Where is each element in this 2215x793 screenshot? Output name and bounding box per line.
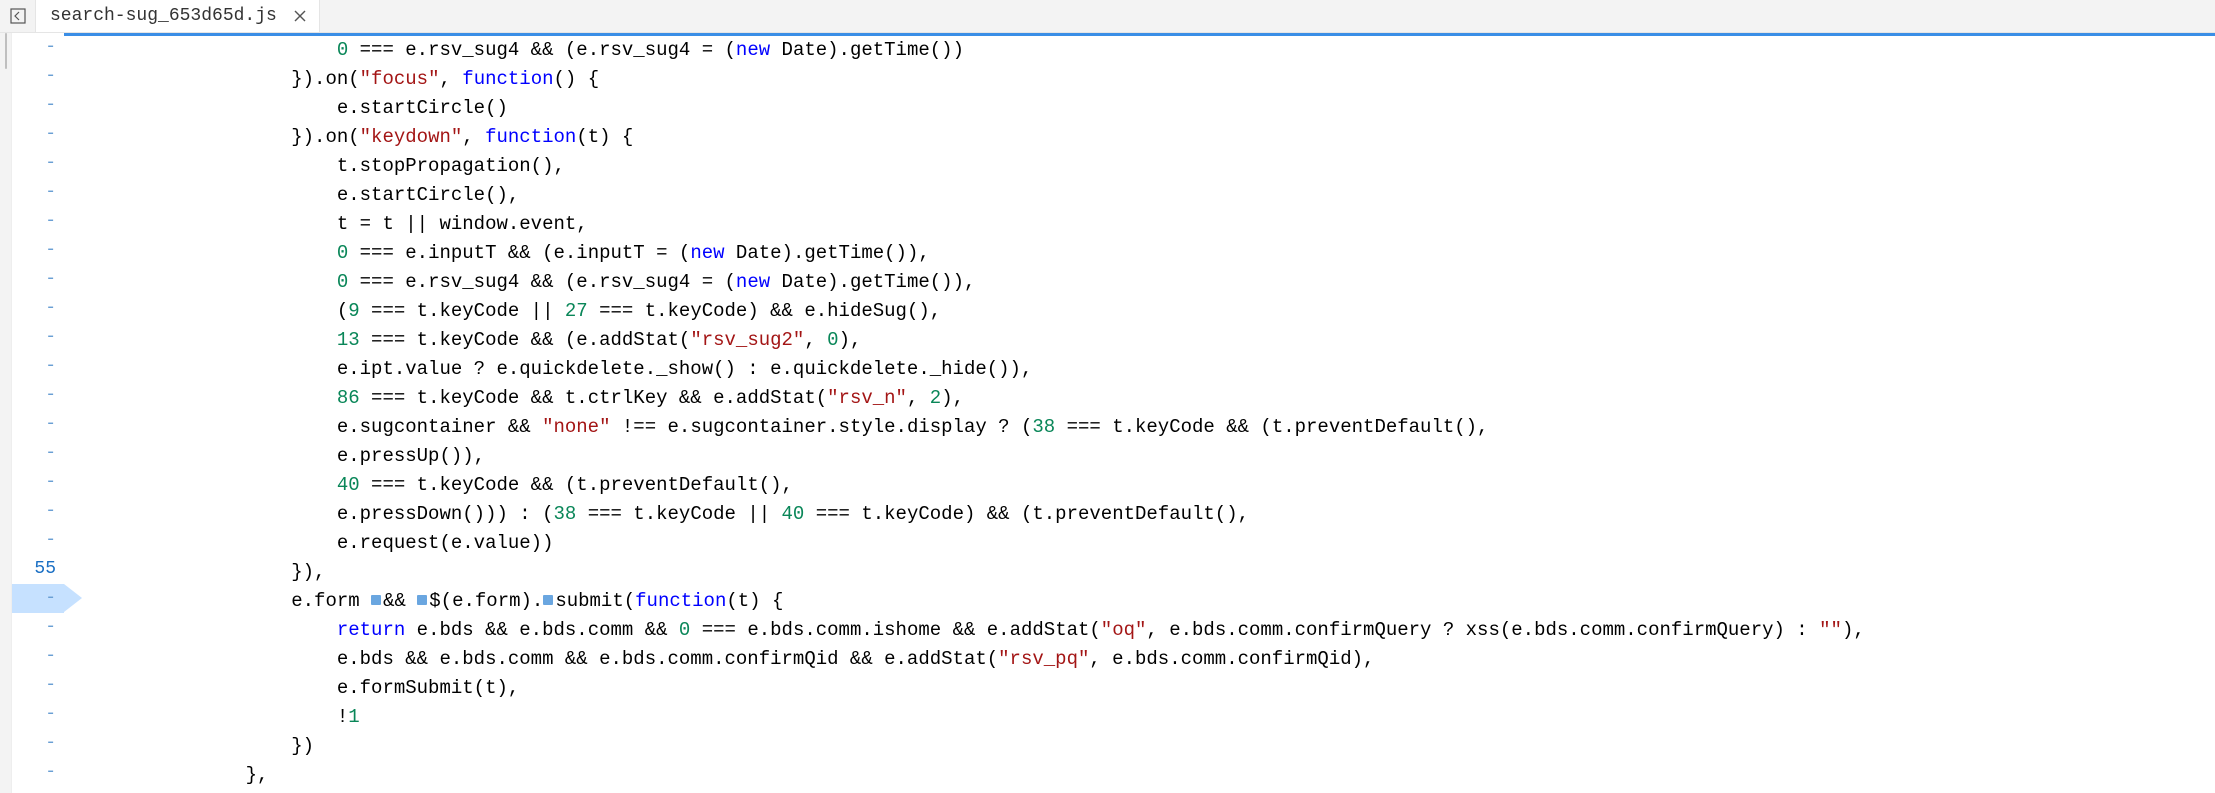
gutter-line[interactable]: - bbox=[12, 33, 64, 62]
tab-bar: search-sug_653d65d.js bbox=[0, 0, 2215, 33]
code-line[interactable]: e.formSubmit(t), bbox=[86, 674, 2215, 703]
code-line[interactable]: e.startCircle(), bbox=[86, 181, 2215, 210]
gutter-line[interactable]: - bbox=[12, 352, 64, 381]
editor: ------------------55------- 0 === e.rsv_… bbox=[0, 33, 2215, 793]
code-line[interactable]: 0 === e.rsv_sug4 && (e.rsv_sug4 = (new D… bbox=[86, 36, 2215, 65]
close-icon bbox=[294, 10, 306, 22]
gutter-line[interactable]: - bbox=[12, 381, 64, 410]
tab-close-button[interactable] bbox=[291, 7, 309, 25]
code-line[interactable]: 0 === e.inputT && (e.inputT = (new Date)… bbox=[86, 239, 2215, 268]
line-gutter[interactable]: ------------------55------- bbox=[12, 33, 64, 793]
code-line[interactable]: }).on("focus", function() { bbox=[86, 65, 2215, 94]
code-line[interactable]: 13 === t.keyCode && (e.addStat("rsv_sug2… bbox=[86, 326, 2215, 355]
gutter-line[interactable]: - bbox=[12, 265, 64, 294]
gutter-line[interactable]: - bbox=[12, 671, 64, 700]
code-line[interactable]: e.pressDown())) : (38 === t.keyCode || 4… bbox=[86, 500, 2215, 529]
code-line[interactable]: t.stopPropagation(), bbox=[86, 152, 2215, 181]
gutter-line[interactable]: - bbox=[12, 62, 64, 91]
gutter-line[interactable]: - bbox=[12, 294, 64, 323]
gutter-line[interactable]: - bbox=[12, 729, 64, 758]
code-line[interactable]: }, bbox=[86, 761, 2215, 790]
gutter-line[interactable]: - bbox=[12, 410, 64, 439]
code-line[interactable]: e.sugcontainer && "none" !== e.sugcontai… bbox=[86, 413, 2215, 442]
gutter-line[interactable]: - bbox=[12, 439, 64, 468]
scrollbar-thumb[interactable] bbox=[5, 33, 7, 69]
gutter-line[interactable]: - bbox=[12, 207, 64, 236]
gutter-line[interactable]: - bbox=[12, 700, 64, 729]
chevron-left-box-icon bbox=[10, 8, 26, 24]
execution-pointer-icon bbox=[64, 584, 82, 612]
code-line[interactable]: 40 === t.keyCode && (t.preventDefault(), bbox=[86, 471, 2215, 500]
gutter-line[interactable]: - bbox=[12, 236, 64, 265]
code-line[interactable]: }), bbox=[86, 558, 2215, 587]
code-line[interactable]: e.bds && e.bds.comm && e.bds.comm.confir… bbox=[86, 645, 2215, 674]
gutter-line[interactable]: - bbox=[12, 497, 64, 526]
code-line[interactable]: e.form && $(e.form).submit(function(t) { bbox=[86, 587, 2215, 616]
code-line[interactable]: !1 bbox=[86, 703, 2215, 732]
code-line[interactable]: 0 === e.rsv_sug4 && (e.rsv_sug4 = (new D… bbox=[86, 268, 2215, 297]
code-line[interactable]: e.pressUp()), bbox=[86, 442, 2215, 471]
gutter-line[interactable]: - bbox=[12, 526, 64, 555]
debug-marker-icon bbox=[371, 595, 381, 605]
gutter-line[interactable]: - bbox=[12, 758, 64, 787]
gutter-line[interactable]: - bbox=[12, 584, 64, 613]
gutter-line[interactable]: - bbox=[12, 613, 64, 642]
debug-marker-icon bbox=[417, 595, 427, 605]
code-area[interactable]: 0 === e.rsv_sug4 && (e.rsv_sug4 = (new D… bbox=[64, 33, 2215, 793]
gutter-line[interactable]: - bbox=[12, 149, 64, 178]
code-line[interactable]: }).on("keydown", function(t) { bbox=[86, 123, 2215, 152]
code-line[interactable]: t = t || window.event, bbox=[86, 210, 2215, 239]
gutter-line[interactable]: - bbox=[12, 178, 64, 207]
code-line[interactable]: }) bbox=[86, 732, 2215, 761]
code-line[interactable]: return e.bds && e.bds.comm && 0 === e.bd… bbox=[86, 616, 2215, 645]
code-line[interactable]: e.ipt.value ? e.quickdelete._show() : e.… bbox=[86, 355, 2215, 384]
gutter-line[interactable]: - bbox=[12, 642, 64, 671]
code-line[interactable]: 86 === t.keyCode && t.ctrlKey && e.addSt… bbox=[86, 384, 2215, 413]
tab-nav-prev[interactable] bbox=[0, 0, 36, 32]
gutter-line[interactable]: - bbox=[12, 91, 64, 120]
debug-marker-icon bbox=[543, 595, 553, 605]
gutter-line[interactable]: - bbox=[12, 120, 64, 149]
code-line[interactable]: e.startCircle() bbox=[86, 94, 2215, 123]
code-line[interactable]: (9 === t.keyCode || 27 === t.keyCode) &&… bbox=[86, 297, 2215, 326]
gutter-line[interactable]: - bbox=[12, 323, 64, 352]
gutter-line[interactable]: - bbox=[12, 468, 64, 497]
code-line[interactable]: e.request(e.value)) bbox=[86, 529, 2215, 558]
gutter-line[interactable]: 55 bbox=[12, 555, 64, 584]
file-tab[interactable]: search-sug_653d65d.js bbox=[36, 0, 320, 32]
file-tab-label: search-sug_653d65d.js bbox=[50, 6, 277, 26]
vertical-scrollbar[interactable] bbox=[0, 33, 12, 793]
